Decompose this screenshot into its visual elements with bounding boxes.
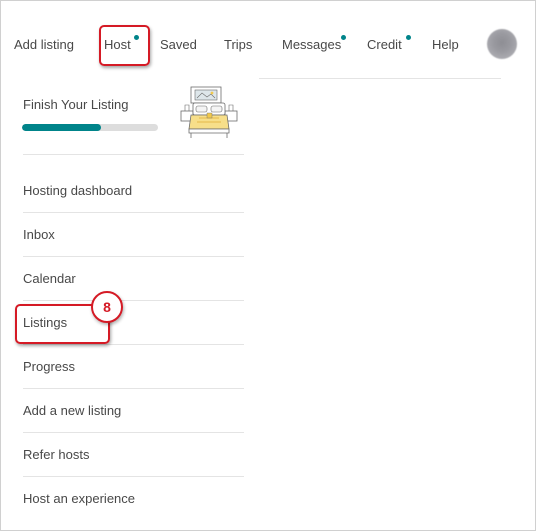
menu-item-hosting-dashboard[interactable]: Hosting dashboard — [23, 183, 132, 198]
bed-illustration-icon — [180, 86, 238, 138]
menu-item-calendar[interactable]: Calendar — [23, 271, 76, 286]
menu-item-refer-hosts[interactable]: Refer hosts — [23, 447, 89, 462]
top-nav: Add listing Host Saved Trips Messages Cr… — [1, 1, 535, 79]
nav-saved[interactable]: Saved — [160, 37, 197, 53]
finish-listing-title[interactable]: Finish Your Listing — [23, 97, 129, 112]
menu-divider — [23, 432, 244, 433]
progress-fill — [22, 124, 101, 131]
credit-notification-dot — [406, 35, 411, 40]
nav-help[interactable]: Help — [432, 37, 459, 53]
menu-divider — [23, 300, 244, 301]
nav-messages[interactable]: Messages — [282, 37, 341, 53]
menu-item-inbox[interactable]: Inbox — [23, 227, 55, 242]
nav-trips[interactable]: Trips — [224, 37, 252, 53]
menu-divider — [23, 476, 244, 477]
step-number-badge: 8 — [91, 291, 123, 323]
nav-credit[interactable]: Credit — [367, 37, 402, 53]
messages-notification-dot — [341, 35, 346, 40]
nav-divider — [259, 78, 501, 79]
browser-frame: Add listing Host Saved Trips Messages Cr… — [0, 0, 536, 531]
menu-item-progress[interactable]: Progress — [23, 359, 75, 374]
finish-listing-progress-bar — [22, 124, 158, 131]
menu-divider — [23, 212, 244, 213]
menu-item-add-new-listing[interactable]: Add a new listing — [23, 403, 121, 418]
menu-divider — [23, 344, 244, 345]
section-divider — [23, 154, 244, 155]
menu-item-host-experience[interactable]: Host an experience — [23, 491, 135, 506]
avatar[interactable] — [487, 29, 517, 59]
menu-divider — [23, 256, 244, 257]
host-highlight-callout — [99, 25, 150, 66]
menu-divider — [23, 388, 244, 389]
nav-add-listing[interactable]: Add listing — [14, 37, 74, 53]
